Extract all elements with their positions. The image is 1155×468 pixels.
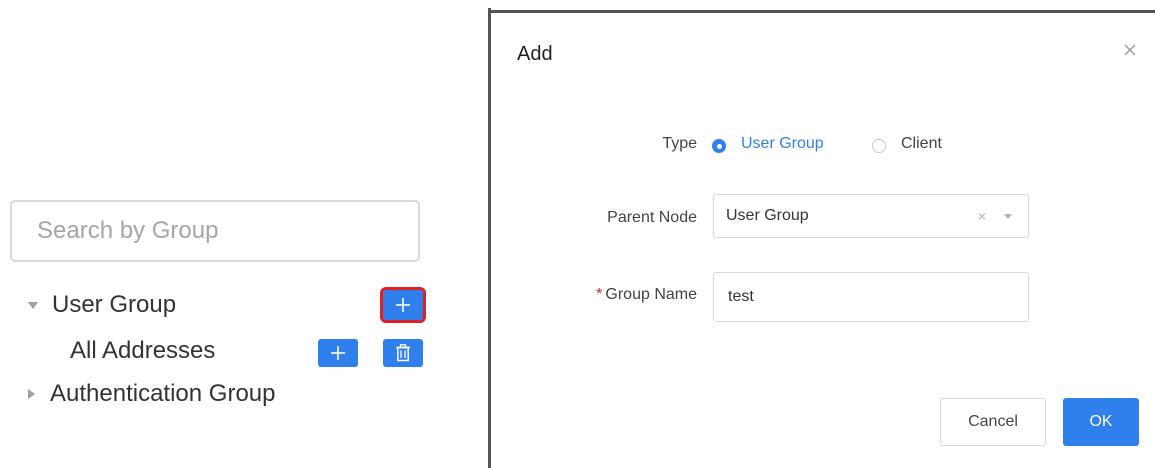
radio-checked-icon[interactable] (712, 139, 726, 153)
tree-node-all-addresses[interactable]: All Addresses (0, 334, 215, 368)
ok-button[interactable]: OK (1063, 398, 1139, 446)
group-tree-panel: User Group All Addresses Authentication … (0, 0, 488, 468)
radio-unchecked-icon[interactable] (872, 139, 886, 153)
tree-node-label: User Group (52, 291, 177, 318)
group-name-label-text: Group Name (605, 286, 697, 303)
add-icon (396, 298, 410, 312)
add-icon (331, 346, 345, 360)
user-group-add-button[interactable] (380, 287, 426, 323)
group-name-label: * Group Name (596, 286, 697, 304)
parent-node-select[interactable]: User Group × (713, 194, 1029, 238)
type-label: Type (662, 135, 697, 152)
add-dialog: Add Type User Group Client Parent Node U… (491, 10, 1155, 468)
clear-icon[interactable]: × (978, 208, 986, 224)
caret-down-icon[interactable] (28, 301, 38, 309)
caret-down-icon[interactable] (1004, 214, 1012, 219)
tree-node-label: All Addresses (70, 337, 216, 364)
all-addresses-add-button[interactable] (318, 339, 358, 367)
cancel-button[interactable]: Cancel (940, 398, 1046, 446)
required-mark: * (596, 286, 603, 303)
group-search-input[interactable] (10, 200, 420, 262)
tree-node-user-group[interactable]: User Group (0, 288, 176, 322)
group-name-input[interactable] (713, 272, 1029, 322)
parent-node-label: Parent Node (607, 209, 697, 226)
all-addresses-delete-button[interactable] (383, 339, 423, 367)
tree-node-label: Authentication Group (50, 380, 276, 407)
tree-node-authentication-group[interactable]: Authentication Group (0, 377, 275, 411)
radio-option-label[interactable]: Client (901, 135, 942, 153)
dialog-title: Add (517, 43, 553, 65)
close-icon[interactable] (1121, 41, 1139, 59)
trash-icon (396, 344, 410, 362)
caret-right-icon[interactable] (28, 389, 35, 399)
radio-option-label[interactable]: User Group (741, 135, 824, 153)
parent-node-value: User Group (726, 207, 809, 224)
